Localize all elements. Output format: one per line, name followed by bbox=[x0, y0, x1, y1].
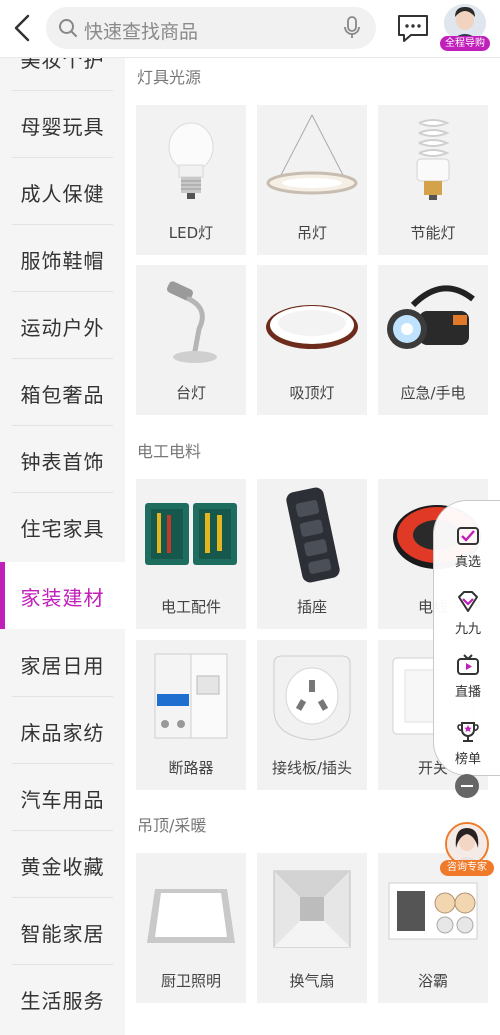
sidebar-item-label: 成人保健 bbox=[20, 182, 105, 206]
sidebar-item-apparel[interactable]: 服饰鞋帽 bbox=[0, 225, 125, 292]
shortcut-ranking[interactable]: 榜单 bbox=[446, 719, 490, 769]
tile-panel-light[interactable]: 厨卫照明 bbox=[136, 853, 246, 1003]
sidebar-item-label: 服饰鞋帽 bbox=[20, 249, 105, 273]
exhaust-fan-icon bbox=[273, 870, 351, 948]
top-bar: 快速查找商品 全程导购 bbox=[0, 0, 500, 58]
sidebar-item-beauty[interactable]: 美妆个护 bbox=[0, 58, 125, 91]
power-strip-icon bbox=[286, 487, 340, 583]
sidebar-item-label: 床品家纺 bbox=[20, 721, 105, 745]
sidebar-item-label: 运动户外 bbox=[20, 316, 105, 340]
led-bulb-icon bbox=[168, 122, 214, 199]
live-tv-icon bbox=[457, 654, 479, 675]
sidebar-item-label: 黄金收藏 bbox=[20, 855, 105, 879]
desk-lamp-icon bbox=[166, 281, 217, 363]
tile-label: 换气扇 bbox=[289, 972, 335, 990]
search-icon bbox=[59, 19, 77, 37]
minus-icon bbox=[461, 785, 473, 787]
tile-pendant-lamp[interactable]: 吊灯 bbox=[257, 105, 367, 255]
tile-circuit-breaker[interactable]: 断路器 bbox=[136, 640, 246, 790]
message-icon[interactable] bbox=[396, 12, 430, 44]
tile-label: 接线板/插头 bbox=[271, 759, 353, 777]
search-bar[interactable]: 快速查找商品 bbox=[46, 7, 376, 49]
tile-label: 浴霸 bbox=[417, 972, 448, 990]
sidebar-item-label: 箱包奢品 bbox=[20, 383, 105, 407]
section-title-lighting: 灯具光源 bbox=[137, 68, 202, 87]
sidebar-item-label: 智能家居 bbox=[20, 922, 105, 946]
tile-label: 吸顶灯 bbox=[289, 384, 335, 402]
sidebar-item-label: 美妆个护 bbox=[20, 58, 105, 72]
sidebar-item-label: 生活服务 bbox=[20, 989, 105, 1013]
sidebar-item-building-materials[interactable]: 家装建材 bbox=[0, 562, 125, 629]
sidebar-item-life-services[interactable]: 生活服务 bbox=[0, 965, 125, 1032]
shortcut-label: 榜单 bbox=[454, 752, 481, 767]
plug-icon bbox=[273, 655, 351, 741]
select-icon bbox=[457, 527, 479, 545]
tile-label: 插座 bbox=[296, 598, 327, 616]
sidebar-item-household[interactable]: 家居日用 bbox=[0, 630, 125, 697]
energy-saving-bulb-icon bbox=[416, 119, 450, 200]
tile-plug[interactable]: 接线板/插头 bbox=[257, 640, 367, 790]
panel-light-icon bbox=[147, 889, 235, 943]
flashlight-icon bbox=[387, 285, 475, 349]
tile-label: 应急/手电 bbox=[400, 384, 466, 402]
shortcut-jiujiu[interactable]: 九九 bbox=[446, 589, 490, 639]
tile-energy-saving-bulb[interactable]: 节能灯 bbox=[378, 105, 488, 255]
sidebar-item-label: 钟表首饰 bbox=[20, 450, 105, 474]
shortcut-label: 真选 bbox=[454, 555, 481, 570]
tile-label: 断路器 bbox=[168, 759, 214, 777]
sidebar-item-label: 家装建材 bbox=[20, 586, 105, 610]
circuit-breaker-icon bbox=[154, 653, 228, 739]
guide-badge: 全程导购 bbox=[440, 36, 490, 51]
search-placeholder[interactable]: 快速查找商品 bbox=[84, 17, 198, 44]
section-title-ceiling-heating: 吊顶/采暖 bbox=[137, 816, 207, 835]
sidebar-item-baby-toys[interactable]: 母婴玩具 bbox=[0, 91, 125, 158]
consult-expert-button[interactable]: 咨询专家 bbox=[440, 822, 494, 878]
shopping-guide-button[interactable]: 全程导购 bbox=[440, 4, 490, 51]
tile-led-bulb[interactable]: LED灯 bbox=[136, 105, 246, 255]
sidebar-item-furniture[interactable]: 住宅家具 bbox=[0, 493, 125, 560]
tile-power-strip[interactable]: 插座 bbox=[257, 479, 367, 629]
tile-label: 节能灯 bbox=[410, 224, 456, 242]
pendant-lamp-icon bbox=[266, 114, 358, 195]
tile-label: 台灯 bbox=[175, 384, 206, 402]
tile-toolkit[interactable]: 电工配件 bbox=[136, 479, 246, 629]
tile-ceiling-lamp[interactable]: 吸顶灯 bbox=[257, 265, 367, 415]
category-sidebar: 美妆个护 母婴玩具 成人保健 服饰鞋帽 运动户外 箱包奢品 钟表首饰 住宅家具 … bbox=[0, 58, 125, 1035]
floating-shortcut-panel: 真选 九九 直播 榜单 bbox=[433, 500, 500, 776]
diamond-icon bbox=[458, 591, 478, 612]
shortcut-live[interactable]: 直播 bbox=[446, 652, 490, 702]
sidebar-item-luggage[interactable]: 箱包奢品 bbox=[0, 359, 125, 426]
ceiling-lamp-icon bbox=[266, 305, 358, 349]
sidebar-item-sports[interactable]: 运动户外 bbox=[0, 292, 125, 359]
sidebar-item-label: 母婴玩具 bbox=[20, 115, 105, 139]
back-arrow-icon[interactable] bbox=[8, 10, 38, 46]
sidebar-item-label: 汽车用品 bbox=[20, 788, 105, 812]
sidebar-item-adult-health[interactable]: 成人保健 bbox=[0, 158, 125, 225]
toolkit-icon bbox=[145, 503, 237, 565]
trophy-icon bbox=[457, 722, 479, 742]
tile-label: 厨卫照明 bbox=[160, 972, 221, 990]
shortcut-select[interactable]: 真选 bbox=[446, 522, 490, 572]
sidebar-item-auto[interactable]: 汽车用品 bbox=[0, 764, 125, 831]
collapse-panel-button[interactable] bbox=[455, 774, 479, 798]
shortcut-label: 九九 bbox=[454, 622, 481, 637]
shortcut-label: 直播 bbox=[454, 685, 481, 700]
tile-exhaust-fan[interactable]: 换气扇 bbox=[257, 853, 367, 1003]
tile-label: 电工配件 bbox=[160, 598, 221, 616]
expert-badge: 咨询专家 bbox=[440, 860, 494, 876]
section-title-electrical: 电工电料 bbox=[137, 442, 202, 461]
sidebar-item-gold[interactable]: 黄金收藏 bbox=[0, 831, 125, 898]
tile-desk-lamp[interactable]: 台灯 bbox=[136, 265, 246, 415]
tile-label: LED灯 bbox=[168, 224, 214, 242]
sidebar-item-watches[interactable]: 钟表首饰 bbox=[0, 426, 125, 493]
sidebar-item-label: 住宅家具 bbox=[20, 517, 105, 541]
sidebar-item-label: 家居日用 bbox=[20, 654, 105, 678]
sidebar-item-smart-home[interactable]: 智能家居 bbox=[0, 898, 125, 965]
tile-label: 吊灯 bbox=[296, 224, 327, 242]
tile-flashlight[interactable]: 应急/手电 bbox=[378, 265, 488, 415]
microphone-icon[interactable] bbox=[342, 16, 362, 40]
sidebar-item-bedding[interactable]: 床品家纺 bbox=[0, 697, 125, 764]
